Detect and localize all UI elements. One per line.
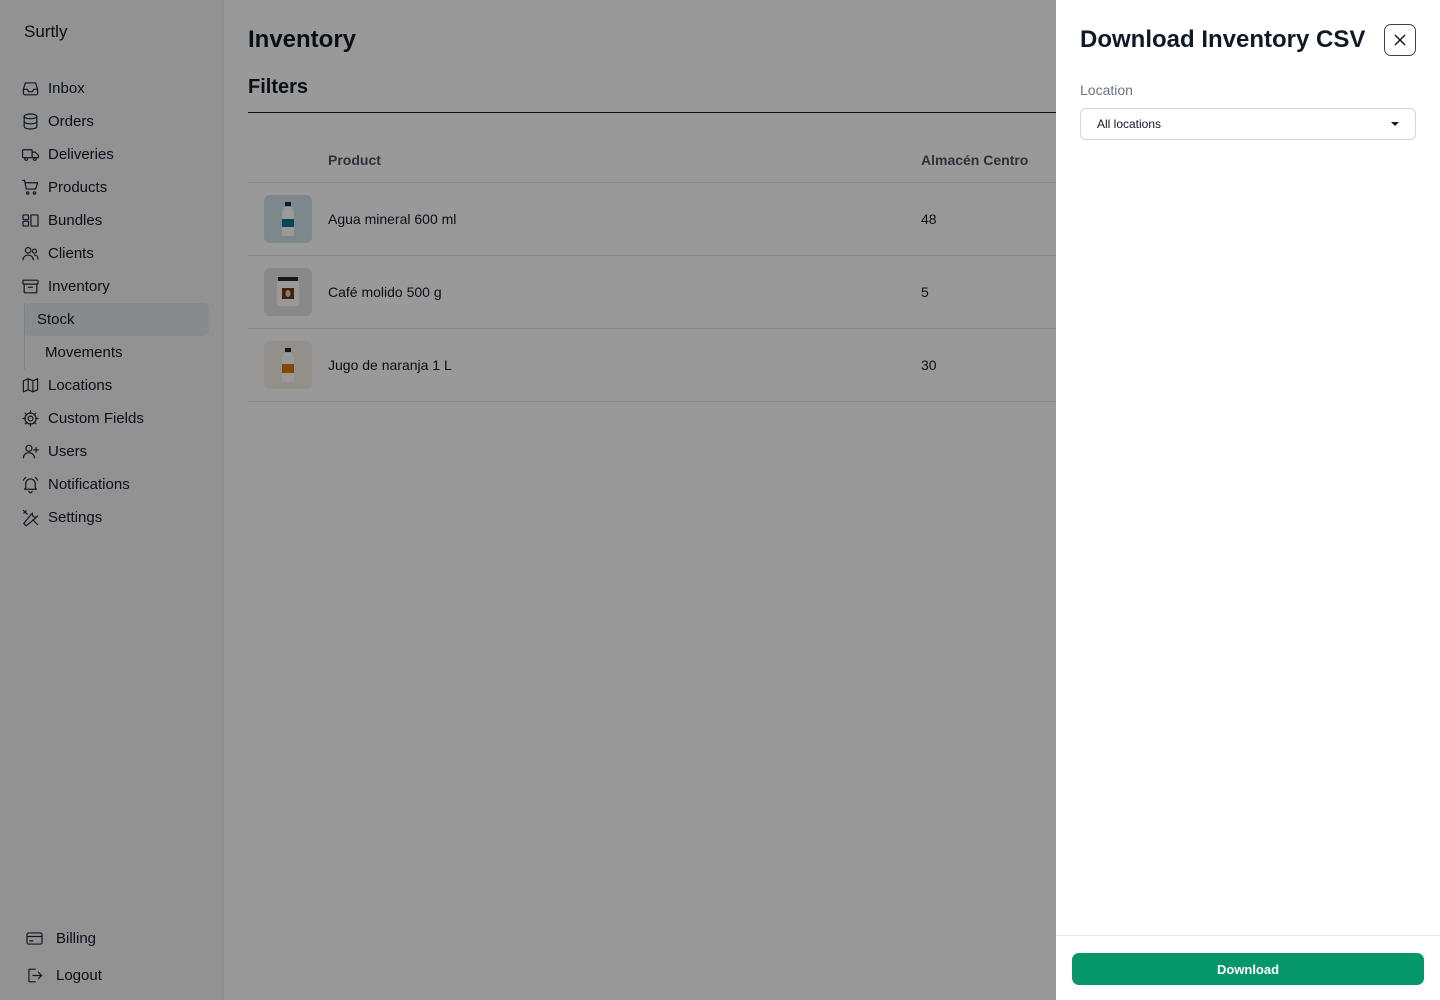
drawer-title: Download Inventory CSV [1080, 26, 1366, 53]
chevron-down-icon [1391, 122, 1399, 126]
location-select-value: All locations [1097, 117, 1162, 131]
download-button[interactable]: Download [1072, 953, 1424, 985]
location-label: Location [1080, 82, 1133, 98]
close-icon [1394, 34, 1406, 46]
download-csv-drawer: Download Inventory CSV Location All loca… [1056, 0, 1440, 1000]
location-select[interactable]: All locations [1080, 108, 1416, 140]
drawer-footer: Download [1056, 935, 1440, 1000]
close-button[interactable] [1384, 24, 1416, 56]
